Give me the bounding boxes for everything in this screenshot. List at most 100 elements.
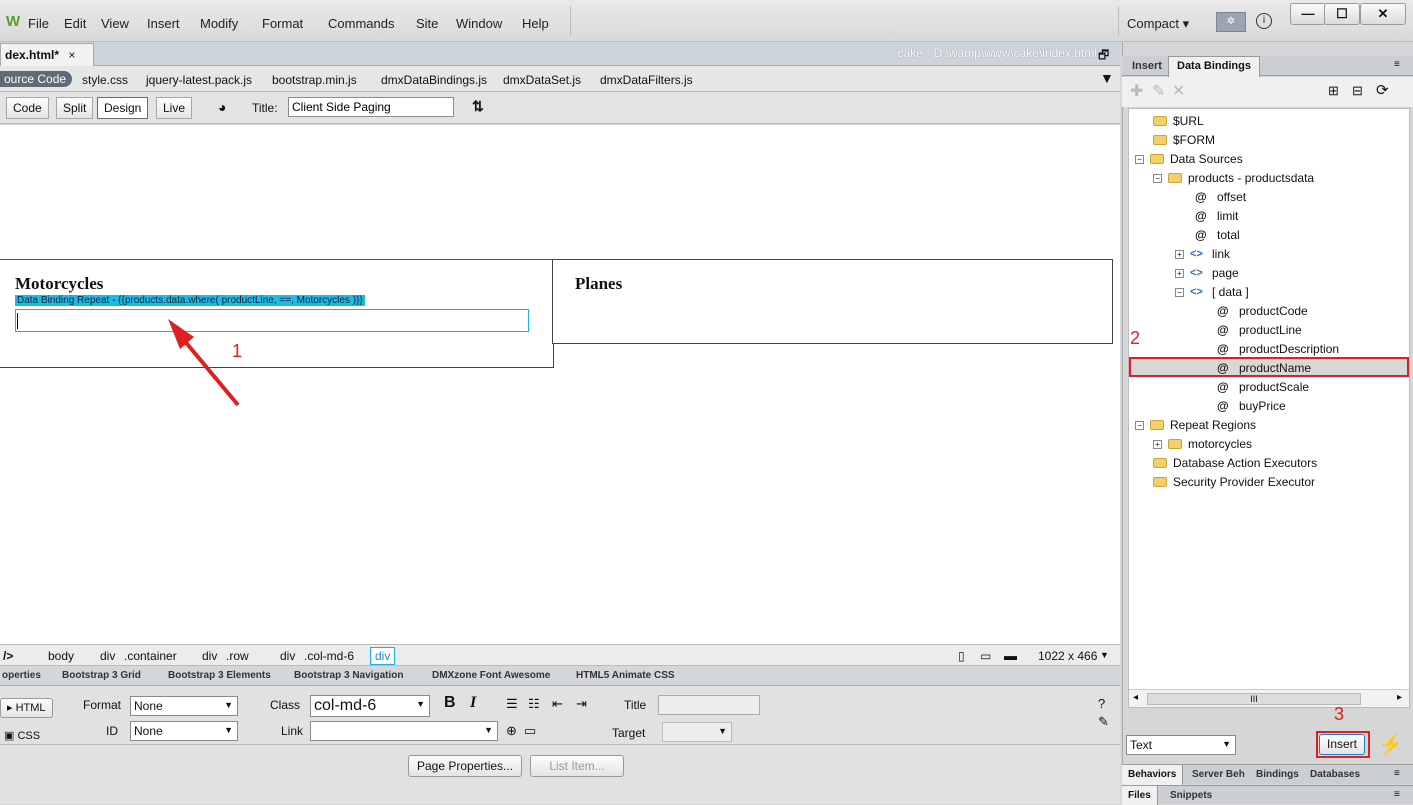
tree-node-link[interactable]: + <> link [1175,245,1230,263]
add-binding-icon[interactable]: ✚ [1130,81,1143,101]
title-attr-input[interactable] [658,695,760,715]
collapse-icon[interactable]: − [1135,154,1144,164]
insert-as-select[interactable]: Text [1126,735,1236,755]
related-file[interactable]: style.css [82,73,128,87]
tab-bootstrap-elements[interactable]: Bootstrap 3 Elements [168,670,271,681]
collapse-icon[interactable]: − [1135,420,1144,430]
related-file[interactable]: dmxDataBindings.js [381,73,487,87]
tag-item-selected[interactable]: div [370,647,396,665]
planes-heading[interactable]: Planes [575,274,622,294]
tab-properties[interactable]: operties [2,670,41,681]
menu-commands[interactable]: Commands [328,16,394,31]
html-mode-button[interactable]: ▸ HTML [0,698,53,718]
tab-snippets[interactable]: Snippets [1170,790,1212,801]
menu-help[interactable]: Help [522,16,549,31]
tree-node-data-sources[interactable]: − Data Sources [1135,150,1243,168]
outdent-icon[interactable]: ⇤ [552,696,563,712]
format-select[interactable]: None [130,696,238,716]
tree-node-productdescription[interactable]: @ productDescription [1217,340,1339,358]
minimize-button[interactable]: — [1290,3,1326,25]
related-file[interactable]: dmxDataSet.js [503,73,581,87]
class-select[interactable]: col-md-6 [310,695,430,717]
tree-node-productscale[interactable]: @ productScale [1217,378,1309,396]
menu-modify[interactable]: Modify [200,16,238,31]
tab-insert[interactable]: Insert [1132,60,1162,72]
ordered-list-icon[interactable]: ☷ [528,696,540,712]
sort-icon[interactable]: ⇅ [472,98,484,115]
expand-icon[interactable]: + [1175,249,1184,259]
tree-node-productname[interactable]: @ productName [1217,359,1311,377]
tree-node-products[interactable]: − products - productsdata [1153,169,1314,187]
repeat-region-label[interactable]: Data Binding Repeat - {{products.data.wh… [15,295,365,306]
menu-edit[interactable]: Edit [64,16,86,31]
scrollbar-thumb[interactable]: III [1147,693,1361,705]
link-input[interactable] [310,721,498,741]
close-button[interactable]: ✕ [1360,3,1406,25]
workspace-switcher[interactable]: Compact ▾ [1127,16,1189,32]
document-tab[interactable]: dex.html* × [0,43,94,66]
tree-node-security-provider[interactable]: Security Provider Executor [1153,473,1315,491]
tag-item[interactable]: div [202,649,217,663]
panel-menu-icon[interactable]: ≡ [1394,59,1400,70]
tab-bootstrap-grid[interactable]: Bootstrap 3 Grid [62,670,141,681]
tree-node-productline[interactable]: @ productLine [1217,321,1302,339]
refresh-icon[interactable]: ⟳ [1376,81,1389,99]
tag-item[interactable]: div [280,649,295,663]
edit-rule-icon[interactable]: ✎ [1098,714,1109,730]
tree-node-page[interactable]: + <> page [1175,264,1239,282]
menu-insert[interactable]: Insert [147,16,180,31]
title-input[interactable] [288,97,454,117]
tab-bootstrap-navigation[interactable]: Bootstrap 3 Navigation [294,670,403,681]
indent-icon[interactable]: ⇥ [576,696,587,712]
tag-item[interactable]: .container [124,649,177,663]
motorcycles-heading[interactable]: Motorcycles [15,274,103,294]
point-to-file-icon[interactable]: ⊕ [506,723,517,739]
related-file[interactable]: bootstrap.min.js [272,73,357,87]
live-view-button[interactable]: Live [156,97,193,119]
menu-site[interactable]: Site [416,16,438,31]
filter-icon[interactable]: ▼ [1100,70,1114,86]
tree-node-productcode[interactable]: @ productCode [1217,302,1308,320]
chevron-down-icon[interactable]: ▼ [1100,650,1109,660]
collapse-icon[interactable]: − [1175,287,1184,297]
tag-item[interactable]: .col-md-6 [304,649,354,663]
tree-node-offset[interactable]: @ offset [1195,188,1246,206]
tree-node-motorcycles[interactable]: + motorcycles [1153,435,1252,453]
tab-data-bindings[interactable]: Data Bindings [1168,56,1260,77]
bold-button[interactable]: B [444,694,456,712]
maximize-button[interactable]: ☐ [1324,3,1360,25]
globe-icon[interactable]: ◕ [218,99,226,115]
expand-icon[interactable]: + [1175,268,1184,278]
help-icon[interactable]: ? [1098,696,1105,711]
tree-node-url[interactable]: $URL [1153,112,1204,130]
expand-icon[interactable]: + [1153,439,1162,449]
scroll-right-icon[interactable]: ▸ [1397,692,1402,703]
design-view[interactable]: Motorcycles Data Binding Repeat - {{prod… [0,125,1120,644]
design-view-button[interactable]: Design [97,97,149,119]
tab-font-awesome[interactable]: DMXzone Font Awesome [432,670,550,681]
tree-node-total[interactable]: @ total [1195,226,1240,244]
edit-binding-icon[interactable]: ✎ [1152,81,1165,101]
tab-server-behaviors[interactable]: Server Beh [1192,769,1245,780]
tablet-size-icon[interactable]: ▭ [980,649,991,663]
collapse-all-icon[interactable]: ⊟ [1352,83,1363,99]
tree-node-db-action-executors[interactable]: Database Action Executors [1153,454,1317,472]
panel-menu-icon[interactable]: ≡ [1394,768,1400,779]
tab-behaviors[interactable]: Behaviors [1122,765,1184,785]
remove-binding-icon[interactable]: ✕ [1172,81,1185,101]
tag-item[interactable]: .row [226,649,249,663]
tree-node-buyprice[interactable]: @ buyPrice [1217,397,1286,415]
tab-html5-animate[interactable]: HTML5 Animate CSS [576,670,675,681]
source-code-pill[interactable]: ource Code [0,71,73,87]
tree-node-form[interactable]: $FORM [1153,131,1215,149]
motorcycles-column[interactable]: Motorcycles Data Binding Repeat - {{prod… [0,259,554,368]
tab-bindings[interactable]: Bindings [1256,769,1299,780]
related-file[interactable]: jquery-latest.pack.js [146,73,252,87]
tag-item[interactable]: body [48,649,74,663]
tab-databases[interactable]: Databases [1310,769,1360,780]
related-file[interactable]: dmxDataFilters.js [600,73,693,87]
menu-file[interactable]: File [28,16,49,31]
mobile-size-icon[interactable]: ▯ [958,649,965,663]
window-size[interactable]: 1022 x 466 [1038,649,1097,663]
unordered-list-icon[interactable]: ☰ [506,696,518,712]
